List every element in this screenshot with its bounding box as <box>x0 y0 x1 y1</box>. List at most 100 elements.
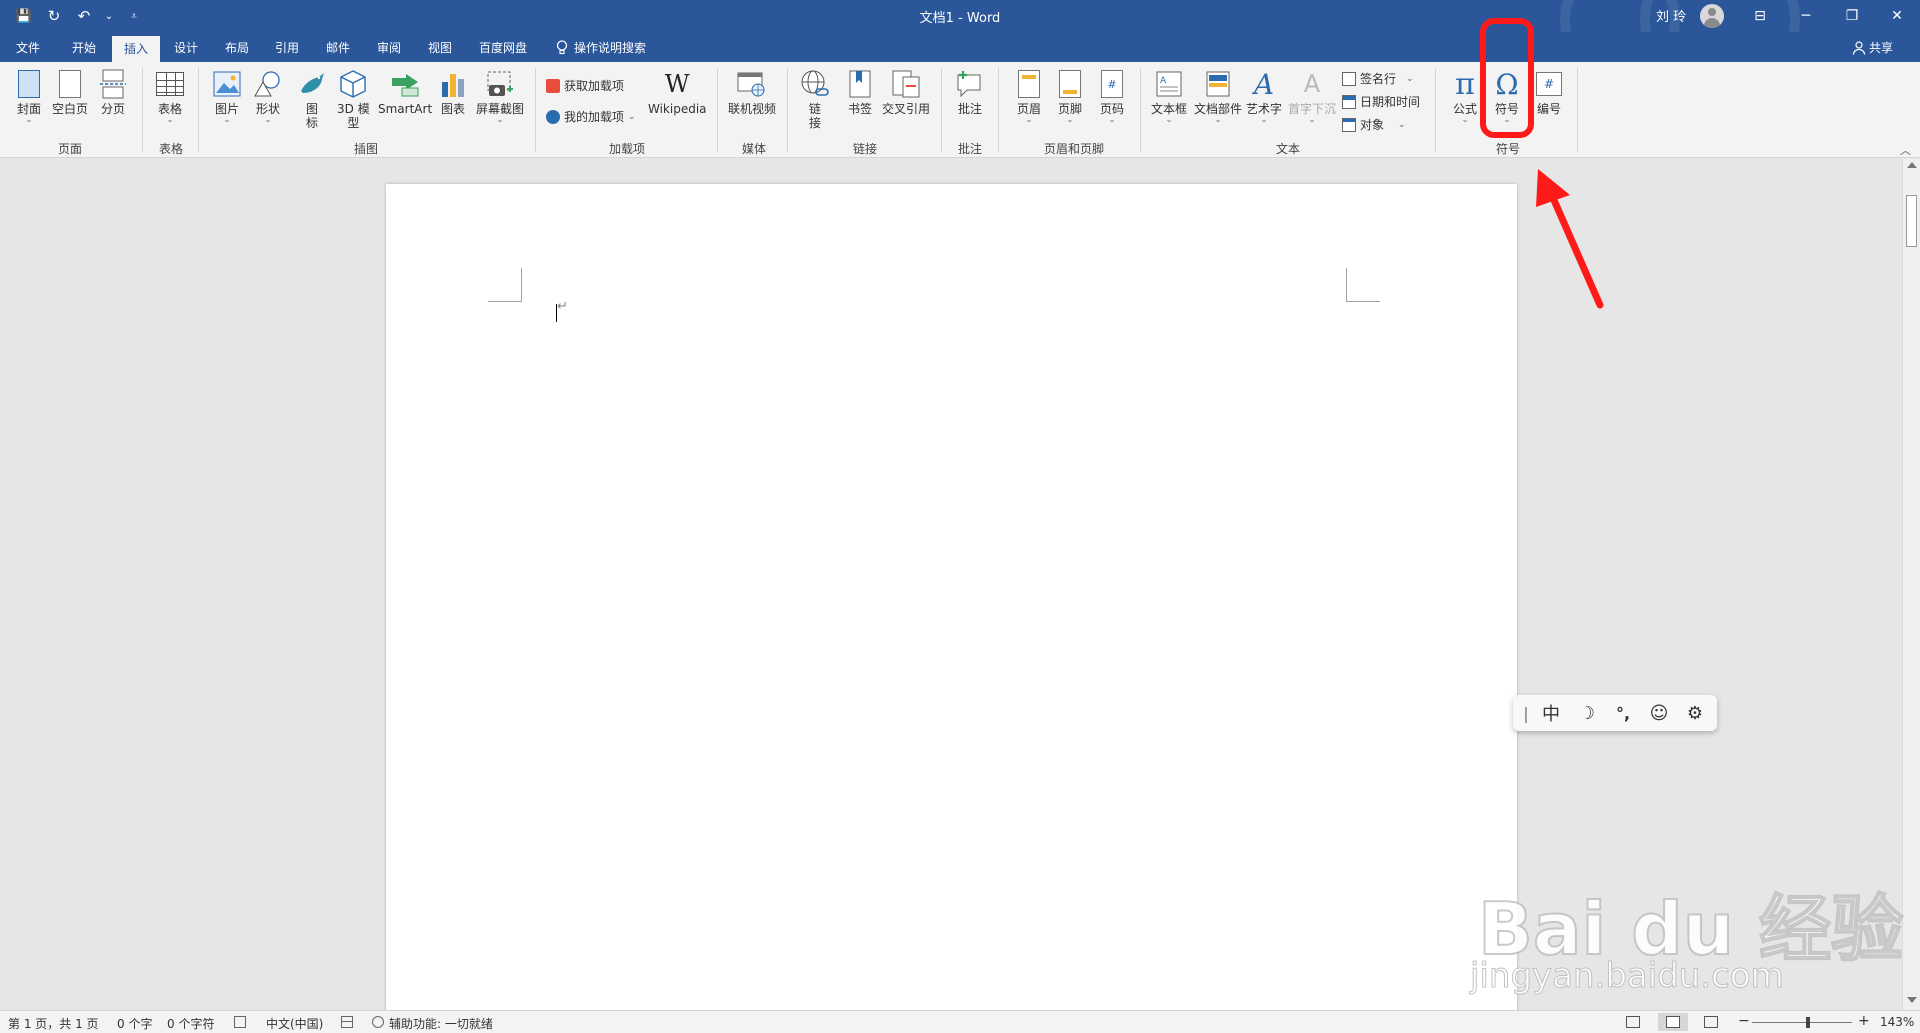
table-label: 表格 <box>157 102 182 116</box>
chevron-down-icon: ⌄ <box>223 115 231 124</box>
textbox-button[interactable]: A 文本框 ⌄ <box>1151 68 1187 124</box>
proofing-icon[interactable] <box>234 1016 246 1028</box>
wikipedia-button[interactable]: W Wikipedia <box>648 68 707 116</box>
table-button[interactable]: 表格 ⌄ <box>155 68 185 124</box>
chart-button[interactable]: 图表 <box>438 68 468 116</box>
punctuation-icon[interactable]: °, <box>1607 699 1639 727</box>
number-icon: # <box>1536 72 1562 96</box>
document-page[interactable]: ↵ <box>386 184 1517 1010</box>
read-mode-icon[interactable] <box>1626 1016 1640 1028</box>
language-indicator[interactable]: 中文(中国) <box>266 1015 323 1032</box>
equation-button[interactable]: π 公式 ⌄ <box>1450 67 1480 124</box>
macro-icon[interactable] <box>341 1016 353 1028</box>
accessibility-status[interactable]: 辅助功能: 一切就绪 <box>389 1015 493 1032</box>
footer-button[interactable]: 页脚 ⌄ <box>1055 68 1085 124</box>
emoji-icon[interactable]: ☺ <box>1643 699 1675 727</box>
scroll-thumb[interactable] <box>1906 195 1917 247</box>
group-tables-label: 表格 <box>158 142 183 156</box>
cover-page-button[interactable]: 封面 ⌄ <box>14 68 44 124</box>
cover-page-icon <box>18 70 40 98</box>
tab-baidu-netdisk[interactable]: 百度网盘 <box>479 39 527 56</box>
object-icon <box>1342 117 1356 132</box>
web-layout-icon[interactable] <box>1704 1016 1718 1028</box>
header-button[interactable]: 页眉 ⌄ <box>1014 68 1044 124</box>
signature-line-label: 签名行 <box>1360 72 1397 86</box>
dropcap-label: 首字下沉 <box>1288 102 1337 116</box>
zoom-level[interactable]: 143% <box>1880 1015 1914 1029</box>
shapes-button[interactable]: 形状 ⌄ <box>253 68 283 124</box>
zoom-slider-track[interactable] <box>1752 1022 1852 1023</box>
3d-models-button[interactable]: 3D 模 型 <box>337 68 370 130</box>
header-label: 页眉 <box>1016 102 1041 116</box>
smartart-button[interactable]: SmartArt <box>378 68 432 116</box>
user-name[interactable]: 刘 玲 <box>1656 6 1686 25</box>
equation-label: 公式 <box>1452 102 1477 116</box>
tab-file[interactable]: 文件 <box>16 39 40 56</box>
ribbon-display-options-icon[interactable]: ⊟ <box>1737 0 1783 32</box>
cross-reference-button[interactable]: 交叉引用 <box>882 68 930 116</box>
date-time-button[interactable]: 日期和时间 <box>1342 93 1420 110</box>
ime-language-toggle[interactable]: 中 <box>1535 699 1567 727</box>
tab-design[interactable]: 设计 <box>174 39 198 56</box>
pictures-button[interactable]: 图片 ⌄ <box>212 68 242 124</box>
get-addins-button[interactable]: 获取加载项 <box>546 77 624 94</box>
scroll-down-arrow[interactable] <box>1907 997 1917 1003</box>
moon-icon[interactable]: ☽ <box>1571 699 1603 727</box>
page-number-button[interactable]: # 页码 ⌄ <box>1097 68 1127 124</box>
textbox-icon: A <box>1156 71 1182 97</box>
minimize-icon[interactable]: ─ <box>1783 0 1829 32</box>
chevron-down-icon: ⌄ <box>496 115 504 124</box>
gear-icon[interactable]: ⚙ <box>1679 699 1711 727</box>
paragraph-mark: ↵ <box>557 299 568 314</box>
video-icon <box>737 72 765 97</box>
group-separator <box>1577 68 1578 152</box>
comment-label: 批注 <box>957 102 982 116</box>
blank-page-button[interactable]: 空白页 <box>52 68 88 116</box>
tab-review[interactable]: 审阅 <box>377 39 401 56</box>
picture-icon <box>213 71 241 97</box>
tab-home[interactable]: 开始 <box>72 39 96 56</box>
scroll-up-arrow[interactable] <box>1907 162 1917 168</box>
icons-button[interactable]: 图 标 <box>297 68 327 130</box>
page-break-button[interactable]: 分页 <box>98 68 128 116</box>
number-button[interactable]: # 编号 <box>1534 68 1564 116</box>
page-count[interactable]: 第 1 页，共 1 页 <box>8 1015 99 1032</box>
comment-button[interactable]: 批注 <box>955 68 985 116</box>
ime-toolbar: | 中 ☽ °, ☺ ⚙ <box>1513 695 1717 731</box>
zoom-out-button[interactable]: − <box>1738 1013 1750 1029</box>
screenshot-button[interactable]: 屏幕截图 ⌄ <box>476 68 524 124</box>
word-count[interactable]: 0 个字 <box>117 1015 152 1032</box>
tab-insert[interactable]: 插入 <box>112 36 161 62</box>
title-bar: 💾 ↻ ↶ ⌄ ⩡ 文档1 - Word 刘 玲 ⊟ ─ ❐ ✕ <box>0 0 1920 100</box>
tell-me-search[interactable]: 操作说明搜索 <box>556 39 646 56</box>
wordart-button[interactable]: A 艺术字 ⌄ <box>1246 68 1282 124</box>
collapse-ribbon-icon[interactable]: ︿ <box>1900 142 1911 158</box>
avatar[interactable] <box>1700 4 1724 28</box>
tab-references[interactable]: 引用 <box>275 39 299 56</box>
my-addins-button[interactable]: 我的加载项 ⌄ <box>546 108 636 125</box>
close-icon[interactable]: ✕ <box>1874 0 1920 32</box>
link-button[interactable]: 链 接 <box>800 68 830 130</box>
quick-parts-button[interactable]: 文档部件 ⌄ <box>1194 68 1242 124</box>
signature-line-button[interactable]: 签名行 ⌄ <box>1342 70 1414 87</box>
object-button[interactable]: 对象 ⌄ <box>1342 116 1406 133</box>
tell-me-label: 操作说明搜索 <box>574 41 647 55</box>
bookmark-button[interactable]: 书签 <box>845 68 875 116</box>
restore-icon[interactable]: ❐ <box>1829 0 1875 32</box>
chevron-down-icon: ⌄ <box>1406 73 1414 84</box>
tab-layout[interactable]: 布局 <box>225 39 249 56</box>
tab-mailings[interactable]: 邮件 <box>326 39 350 56</box>
vertical-scrollbar[interactable] <box>1902 159 1920 1010</box>
share-button[interactable]: 共享 <box>1852 39 1893 56</box>
screenshot-icon <box>487 71 513 96</box>
document-title: 文档1 - Word <box>919 11 1001 26</box>
online-video-button[interactable]: 联机视频 <box>728 68 776 116</box>
hash-glyph: # <box>1107 77 1117 91</box>
quick-parts-icon <box>1206 71 1230 97</box>
zoom-in-button[interactable]: + <box>1858 1013 1870 1029</box>
ime-drag-handle[interactable]: | <box>1521 699 1531 727</box>
zoom-slider-thumb[interactable] <box>1806 1017 1810 1028</box>
group-separator <box>998 68 999 152</box>
char-count[interactable]: 0 个字符 <box>167 1015 214 1032</box>
tab-view[interactable]: 视图 <box>428 39 452 56</box>
